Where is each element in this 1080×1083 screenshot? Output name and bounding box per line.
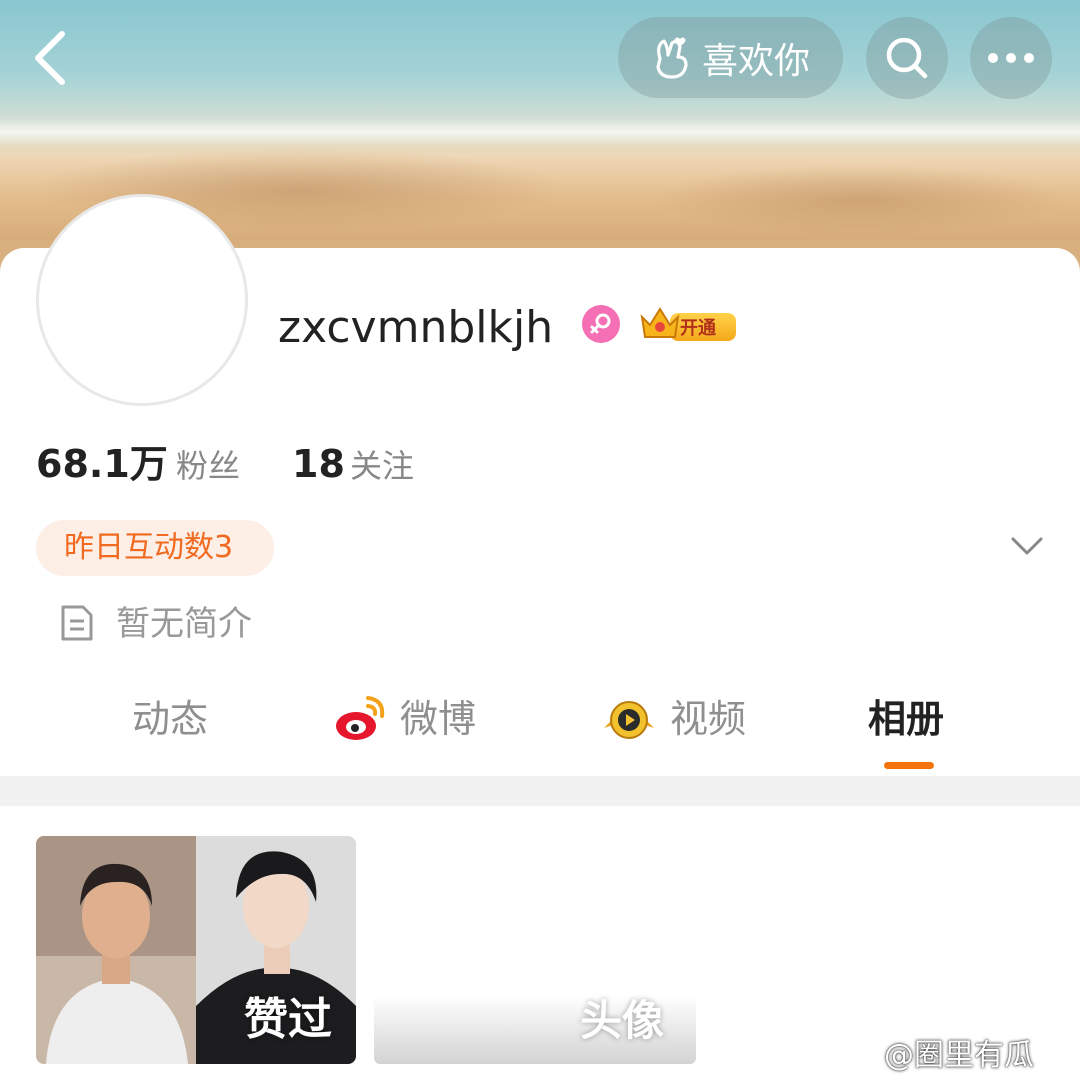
search-button[interactable] [866,17,948,99]
album-avatar[interactable]: 头像 [374,996,696,1064]
chevron-down-icon[interactable] [1010,534,1044,558]
album-liked[interactable]: 赞过 [36,836,356,1064]
female-icon [582,305,620,343]
tab-dongtai[interactable]: 动态 [132,694,208,744]
tab-weibo[interactable]: 微博 [400,694,476,744]
followers-count[interactable]: 68.1万 [36,440,168,488]
document-icon [61,605,93,641]
more-button[interactable] [970,17,1052,99]
album-photo-left [36,836,196,1064]
followers-label[interactable]: 粉丝 [176,444,240,488]
active-tab-indicator [884,762,934,769]
following-count[interactable]: 18 [292,440,345,488]
watermark-text: @圈里有瓜 [884,1038,1034,1073]
crown-icon [640,307,680,338]
album-liked-label: 赞过 [244,994,332,1045]
banner-wave [0,118,1080,146]
vip-label: 开通 [680,318,716,339]
like-you-button[interactable]: 喜欢你 [618,17,843,98]
following-label[interactable]: 关注 [350,444,414,488]
vip-open-badge[interactable]: 开通 [638,303,738,343]
avatar[interactable] [36,194,248,406]
tab-video[interactable]: 视频 [670,694,746,744]
interaction-badge-label: 昨日互动数3 [64,530,234,565]
search-icon [886,37,928,79]
more-icon [988,53,1034,63]
hand-heart-icon [656,37,688,79]
weibo-icon [336,696,385,740]
interaction-badge[interactable]: 昨日互动数3 [36,520,274,576]
username: zxcvmnblkjh [278,302,554,353]
album-avatar-label: 头像 [580,996,665,1045]
tab-album[interactable]: 相册 [868,694,944,744]
video-badge-icon [604,701,654,739]
section-divider [0,776,1080,806]
bio-text[interactable]: 暂无简介 [116,602,252,646]
like-you-label: 喜欢你 [702,40,811,82]
back-arrow-icon[interactable] [30,30,70,86]
